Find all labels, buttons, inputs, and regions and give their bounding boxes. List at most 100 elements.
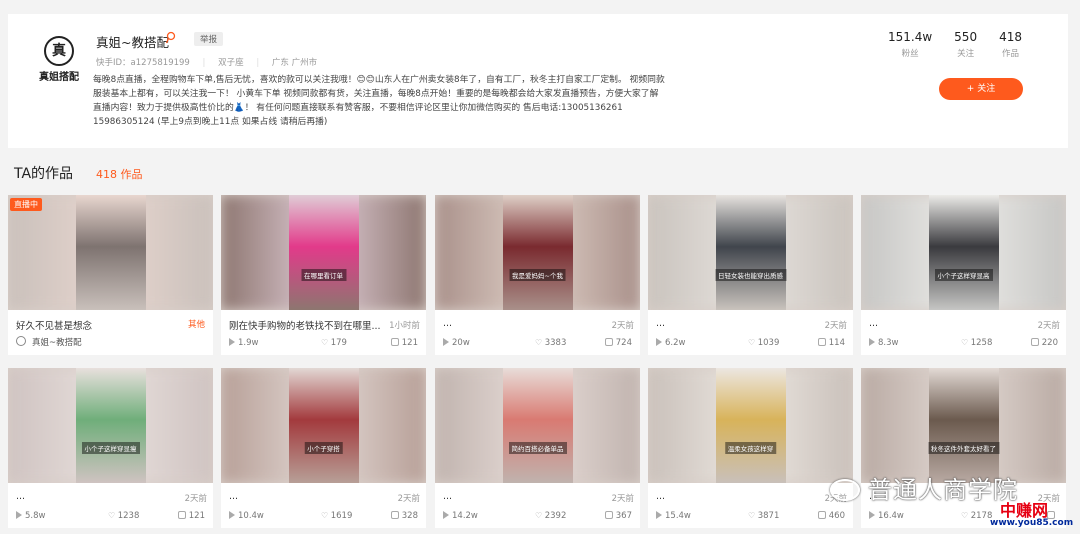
stat-label: 关注 bbox=[957, 49, 975, 59]
comment-count-value: 460 bbox=[828, 511, 845, 521]
comment-count-value: 367 bbox=[615, 511, 632, 521]
report-button[interactable]: 举报 bbox=[194, 32, 224, 46]
video-card[interactable]: 直播中 好久不见甚是想念 其他 真姐~教搭配 bbox=[8, 195, 213, 355]
like-count: ♡ 179 bbox=[321, 338, 347, 348]
play-icon bbox=[656, 338, 662, 346]
play-count-value: 16.4w bbox=[878, 511, 904, 521]
stat-label: 粉丝 bbox=[901, 49, 919, 59]
play-count: 8.3w bbox=[869, 338, 898, 348]
comment-count-value: 121 bbox=[401, 338, 418, 348]
video-title[interactable]: ... bbox=[656, 491, 665, 502]
divider: | bbox=[256, 58, 260, 68]
comment-count-value: 724 bbox=[615, 338, 632, 348]
play-count: 5.8w bbox=[16, 511, 45, 521]
play-count: 14.2w bbox=[443, 511, 478, 521]
profile-bio: 每晚8点直播，全程购物车下单,售后无忧，喜欢的款可以关注我哦！😊😊山东人在广州卖… bbox=[93, 73, 698, 129]
video-title[interactable]: ... bbox=[443, 318, 452, 329]
play-count-value: 1.9w bbox=[238, 338, 259, 348]
video-caption: 日轻女装也能穿出质感 bbox=[715, 269, 786, 281]
works-count-tab[interactable]: 418 作品 bbox=[96, 166, 143, 182]
video-thumbnail[interactable]: 秋冬这件外套太好看了 bbox=[861, 368, 1066, 483]
comment-count: 367 bbox=[604, 511, 632, 521]
video-title[interactable]: ... bbox=[869, 318, 878, 329]
like-count: ♡ 1619 bbox=[321, 511, 352, 521]
video-author[interactable]: 真姐~教搭配 bbox=[32, 336, 82, 348]
video-title[interactable]: ... bbox=[443, 491, 452, 502]
comment-icon bbox=[390, 338, 399, 346]
user-icon bbox=[16, 336, 26, 346]
stat-following[interactable]: 550 关注 bbox=[954, 30, 977, 59]
divider: | bbox=[202, 58, 206, 68]
comment-count-value: 220 bbox=[1041, 338, 1058, 348]
video-caption: 小个子这样穿显瘦 bbox=[81, 442, 140, 454]
comment-count: 460 bbox=[817, 511, 845, 521]
play-count: 1.9w bbox=[229, 338, 258, 348]
avatar-logo-icon: 真 bbox=[44, 36, 74, 66]
kuaishou-id: 快手ID：a1275819199 bbox=[96, 58, 190, 68]
like-count: ♡ 3871 bbox=[748, 511, 779, 521]
video-thumbnail[interactable]: 直播中 bbox=[8, 195, 213, 310]
video-thumbnail[interactable]: 简约百搭必备单品 bbox=[435, 368, 640, 483]
comment-count-value: 114 bbox=[828, 338, 845, 348]
bio-line: 服装基本上都有，可以关注我一下！ 小黄车下单 视频同款都有货，关注直播，每晚8点… bbox=[93, 89, 659, 99]
video-card[interactable]: 在哪里看订单 刚在快手购物的老铁找不到在哪里... 1小时前 1.9w ♡ 179 121 bbox=[221, 195, 426, 355]
video-thumbnail[interactable]: 日轻女装也能穿出质感 bbox=[648, 195, 853, 310]
video-card[interactable]: 小个子这样穿显瘦... 2天前 5.8w ♡ 1238 121 bbox=[8, 368, 213, 528]
video-card[interactable]: 我是爱妈妈~个我... 2天前 20w ♡ 3383 724 bbox=[435, 195, 640, 355]
video-caption: 温柔女孩这样穿 bbox=[724, 442, 777, 454]
video-time: 2天前 bbox=[824, 321, 847, 331]
profile-name: 真姐~教搭配 bbox=[96, 35, 169, 50]
play-count: 15.4w bbox=[656, 511, 691, 521]
video-thumbnail[interactable]: 我是爱妈妈~个我 bbox=[435, 195, 640, 310]
video-title[interactable]: 刚在快手购物的老铁找不到在哪里... bbox=[229, 318, 381, 332]
video-thumbnail[interactable]: 小个子穿搭 bbox=[221, 368, 426, 483]
video-title[interactable]: ... bbox=[229, 491, 238, 502]
avatar[interactable]: 真 真姐搭配 bbox=[38, 36, 80, 90]
like-count: ♡ 2392 bbox=[535, 511, 566, 521]
like-count-value: 1238 bbox=[117, 511, 140, 521]
video-thumbnail[interactable]: 小个子这样穿显瘦 bbox=[8, 368, 213, 483]
profile-meta: 快手ID：a1275819199 | 双子座 | 广东 广州市 bbox=[96, 56, 327, 68]
video-card[interactable]: 温柔女孩这样穿... 2天前 15.4w ♡ 3871 460 bbox=[648, 368, 853, 528]
play-icon bbox=[869, 511, 875, 519]
comment-icon bbox=[1030, 338, 1039, 346]
video-card[interactable]: 日轻女装也能穿出质感... 2天前 6.2w ♡ 1039 114 bbox=[648, 195, 853, 355]
video-thumbnail[interactable]: 在哪里看订单 bbox=[221, 195, 426, 310]
video-time: 2天前 bbox=[611, 494, 634, 504]
stat-works[interactable]: 418 作品 bbox=[999, 30, 1022, 59]
stat-fans[interactable]: 151.4w 粉丝 bbox=[888, 30, 932, 59]
microphone-icon[interactable] bbox=[166, 31, 176, 45]
video-time: 2天前 bbox=[397, 494, 420, 504]
video-title[interactable]: ... bbox=[656, 318, 665, 329]
play-count: 10.4w bbox=[229, 511, 264, 521]
comment-icon bbox=[817, 511, 826, 519]
video-time: 2天前 bbox=[184, 494, 207, 504]
comment-icon bbox=[817, 338, 826, 346]
comment-count-value: 121 bbox=[188, 511, 205, 521]
play-count-value: 8.3w bbox=[878, 338, 899, 348]
profile-stats: 151.4w 粉丝 550 关注 418 作品 bbox=[888, 30, 1044, 59]
comment-icon bbox=[390, 511, 399, 519]
comment-count: 114 bbox=[817, 338, 845, 348]
video-time: 2天前 bbox=[611, 321, 634, 331]
comment-count: 121 bbox=[390, 338, 418, 348]
comment-icon bbox=[604, 511, 613, 519]
video-title[interactable]: ... bbox=[16, 491, 25, 502]
video-card[interactable]: 简约百搭必备单品... 2天前 14.2w ♡ 2392 367 bbox=[435, 368, 640, 528]
like-count-value: 3871 bbox=[757, 511, 780, 521]
stat-number: 550 bbox=[954, 30, 978, 44]
video-card[interactable]: 小个子穿搭... 2天前 10.4w ♡ 1619 328 bbox=[221, 368, 426, 528]
zodiac: 双子座 bbox=[218, 58, 244, 68]
like-count-value: 3383 bbox=[544, 338, 567, 348]
heart-icon: ♡ bbox=[321, 511, 331, 520]
video-caption: 小个子穿搭 bbox=[304, 442, 343, 454]
video-card[interactable]: 小个子这样穿显高... 2天前 8.3w ♡ 1258 220 bbox=[861, 195, 1066, 355]
follow-button[interactable]: + 关注 bbox=[939, 78, 1023, 100]
video-caption: 简约百搭必备单品 bbox=[508, 442, 567, 454]
comment-count: 220 bbox=[1030, 338, 1058, 348]
video-title[interactable]: 好久不见甚是想念 bbox=[16, 318, 92, 332]
video-thumbnail[interactable]: 小个子这样穿显高 bbox=[861, 195, 1066, 310]
like-count: ♡ 2178 bbox=[961, 511, 992, 521]
video-thumbnail[interactable]: 温柔女孩这样穿 bbox=[648, 368, 853, 483]
like-count-value: 1258 bbox=[970, 338, 993, 348]
